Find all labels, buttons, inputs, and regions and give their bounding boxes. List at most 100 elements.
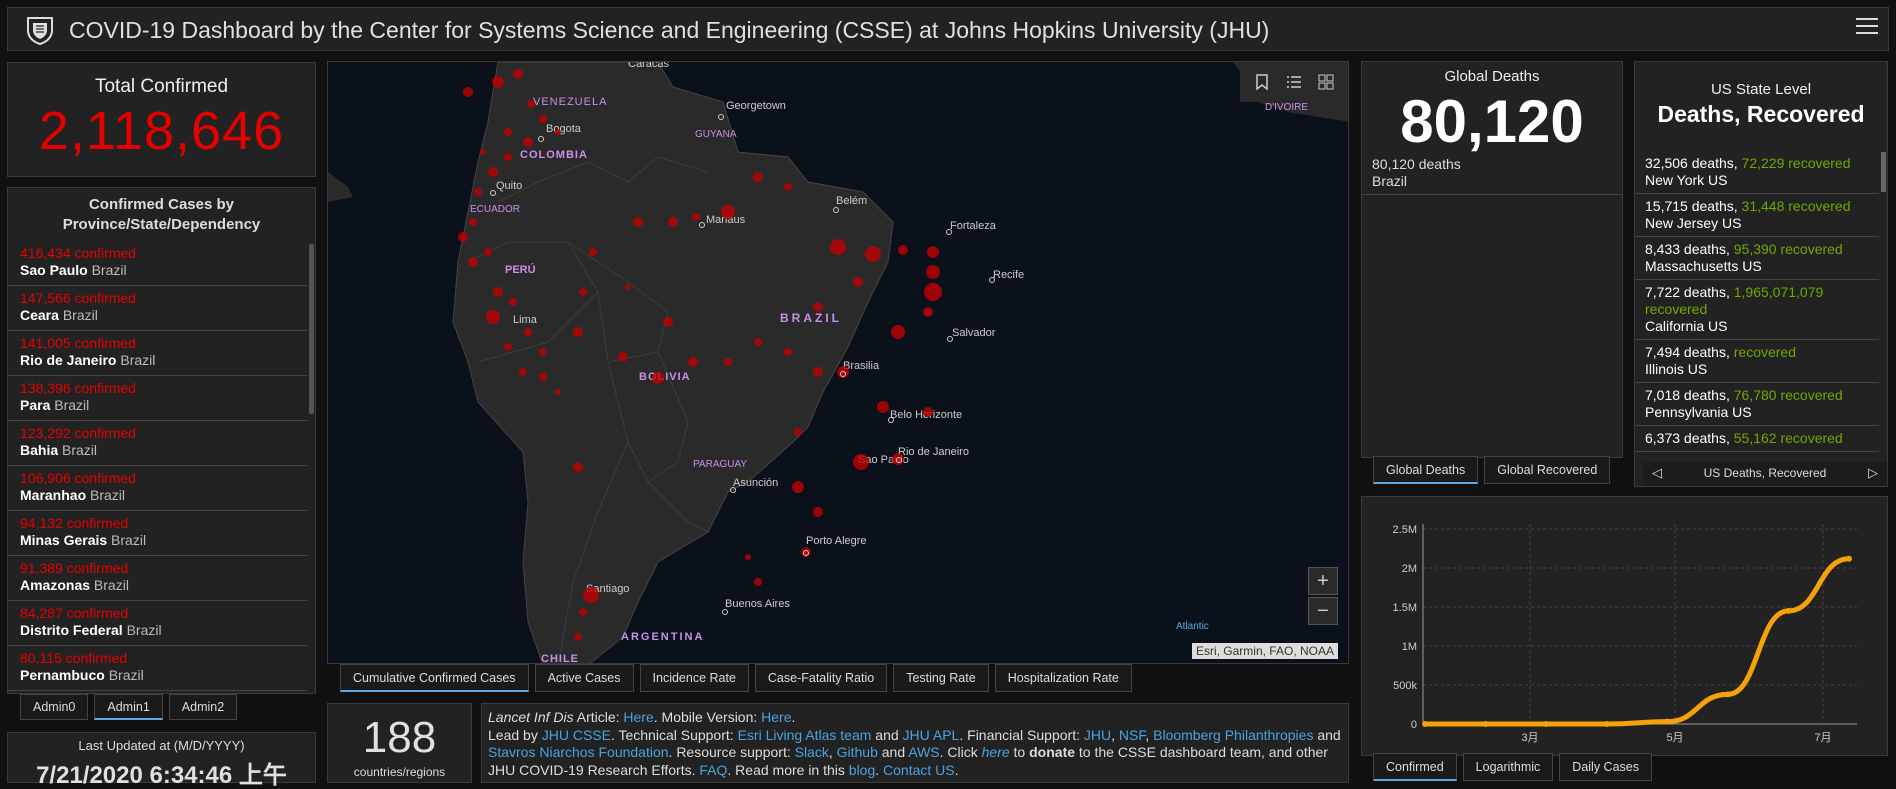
list-item[interactable]: 32,506 deaths, 72,229 recovered New York … [1635, 151, 1879, 194]
list-item[interactable]: 84,287 confirmed Distrito Federal Brazil [8, 601, 307, 646]
tab-incidence-rate[interactable]: Incidence Rate [639, 664, 749, 692]
total-confirmed-value: 2,118,646 [38, 101, 285, 161]
map-layer-tabs: Cumulative Confirmed Cases Active Cases … [340, 664, 1132, 692]
stavros-link[interactable]: Stavros Niarchos Foundation [488, 744, 669, 760]
tab-logarithmic[interactable]: Logarithmic [1462, 753, 1554, 781]
list-item[interactable]: 8,433 deaths, 95,390 recovered Massachuse… [1635, 237, 1879, 280]
tab-hospitalization-rate[interactable]: Hospitalization Rate [994, 664, 1132, 692]
tab-admin2[interactable]: Admin2 [168, 694, 238, 720]
list-item[interactable]: 80,115 confirmed Pernambuco Brazil [8, 646, 307, 691]
data-point [1482, 721, 1489, 727]
bloomberg-link[interactable]: Bloomberg Philanthropies [1153, 727, 1313, 743]
list-item[interactable]: 94,132 confirmed Minas Gerais Brazil [8, 511, 307, 556]
tab-confirmed[interactable]: Confirmed [1373, 753, 1457, 781]
data-point [1422, 721, 1428, 727]
confirmed-by-province-panel: Confirmed Cases by Province/State/Depend… [7, 187, 316, 694]
list-item[interactable]: 416,434 confirmed Sao Paulo Brazil [8, 241, 307, 286]
map-view[interactable]: VENEZUELA GUYANA COLOMBIA ECUADOR PERÚ B… [327, 61, 1349, 664]
list-item[interactable]: 106,906 confirmed Maranhao Brazil [8, 466, 307, 511]
jhu-link[interactable]: JHU [1084, 727, 1111, 743]
last-updated-label: Last Updated at (M/D/YYYY) [78, 738, 245, 753]
article-link[interactable]: Here [623, 709, 653, 725]
us-state-pager: ◁ US Deaths, Recovered ▷ [1643, 462, 1887, 486]
donate-here-link[interactable]: here [982, 744, 1010, 760]
province-list[interactable]: 416,434 confirmed Sao Paulo Brazil 147,5… [8, 241, 307, 693]
basemap-gallery-icon[interactable] [1318, 73, 1334, 91]
tab-admin1[interactable]: Admin1 [94, 694, 163, 720]
tab-testing-rate[interactable]: Testing Rate [893, 664, 989, 692]
map-toolbar [1240, 62, 1348, 102]
x-tick-label: 5月 [1666, 732, 1683, 744]
list-item[interactable]: 15,715 deaths, 31,448 recovered New Jerse… [1635, 194, 1879, 237]
slack-link[interactable]: Slack [795, 744, 829, 760]
jhu-csse-link[interactable]: JHU CSSE [542, 727, 611, 743]
label-chile: CHILE [541, 653, 579, 664]
city-asuncion: Asunción [733, 477, 778, 489]
page-title: COVID-19 Dashboard by the Center for Sys… [69, 17, 1270, 43]
list-item[interactable]: 138,396 confirmed Para Brazil [8, 376, 307, 421]
list-item[interactable]: 7,494 deaths, recovered Illinois US [1635, 340, 1879, 383]
last-updated-value: 7/21/2020 6:34:46 上午 [36, 762, 287, 789]
list-item[interactable]: 7,722 deaths, 1,965,071,079 recovered Cal… [1635, 280, 1879, 340]
global-deaths-panel: Global Deaths 80,120 80,120 deaths Brazi… [1361, 61, 1623, 458]
us-state-panel: US State Level Deaths, Recovered 32,506 … [1634, 61, 1888, 487]
data-point [1785, 607, 1792, 614]
city-fortaleza: Fortaleza [950, 220, 997, 232]
list-item[interactable]: 141,005 confirmed Rio de Janeiro Brazil [8, 331, 307, 376]
y-tick-label: 1.5M [1393, 602, 1417, 614]
us-state-scrollbar[interactable] [1881, 152, 1886, 192]
list-item[interactable]: 7,018 deaths, 76,780 recovered Pennsylvan… [1635, 383, 1879, 426]
legend-list-icon[interactable] [1286, 73, 1302, 91]
tab-global-deaths[interactable]: Global Deaths [1373, 456, 1479, 484]
total-confirmed-label: Total Confirmed [94, 76, 229, 97]
tab-global-recovered[interactable]: Global Recovered [1484, 456, 1611, 484]
prev-page-icon[interactable]: ◁ [1649, 462, 1665, 484]
global-deaths-list-item[interactable]: 80,120 deaths Brazil [1372, 156, 1461, 190]
zoom-in-button[interactable]: + [1308, 567, 1338, 595]
divider [1362, 194, 1622, 195]
nsf-link[interactable]: NSF [1119, 727, 1145, 743]
data-point [1664, 718, 1671, 725]
aws-link[interactable]: AWS [908, 744, 939, 760]
tab-cumulative-confirmed[interactable]: Cumulative Confirmed Cases [340, 664, 529, 692]
hamburger-menu-icon[interactable] [1856, 18, 1878, 38]
tab-case-fatality-ratio[interactable]: Case-Fatality Ratio [754, 664, 888, 692]
us-state-list[interactable]: 32,506 deaths, 72,229 recovered New York … [1635, 151, 1879, 459]
label-dvoire: D'IVOIRE [1265, 102, 1308, 113]
label-paraguay: PARAGUAY [693, 459, 747, 470]
map-attribution: Esri, Garmin, FAO, NOAA [1191, 643, 1338, 659]
info-panel: Lancet Inf Dis Article: Here. Mobile Ver… [481, 703, 1349, 783]
city-lima: Lima [513, 314, 538, 326]
mobile-version-link[interactable]: Here [761, 709, 791, 725]
blog-link[interactable]: blog [849, 762, 875, 778]
github-link[interactable]: Github [837, 744, 878, 760]
tab-admin0[interactable]: Admin0 [20, 694, 89, 720]
next-page-icon[interactable]: ▷ [1865, 462, 1881, 484]
list-item[interactable]: 91,389 confirmed Amazonas Brazil [8, 556, 307, 601]
label-peru: PERÚ [505, 263, 536, 276]
data-point [1543, 721, 1550, 727]
list-item[interactable]: 6,373 deaths, 55,162 recovered [1635, 426, 1879, 452]
esri-link[interactable]: Esri Living Atlas team [738, 727, 872, 743]
jhu-apl-link[interactable]: JHU APL [903, 727, 960, 743]
label-brazil: BRAZIL [780, 311, 842, 325]
deaths-tabs: Global Deaths Global Recovered [1373, 456, 1611, 484]
label-atlantic: Atlantic [1176, 621, 1209, 632]
global-deaths-value: 80,120 [1400, 88, 1584, 155]
list-item[interactable]: 147,566 confirmed Ceara Brazil [8, 286, 307, 331]
tab-daily-cases[interactable]: Daily Cases [1559, 753, 1652, 781]
global-deaths-heading: Global Deaths [1444, 68, 1540, 85]
tab-active-cases[interactable]: Active Cases [534, 664, 634, 692]
faq-link[interactable]: FAQ [699, 762, 727, 778]
city-salvador: Salvador [952, 327, 996, 339]
province-list-heading: Confirmed Cases by Province/State/Depend… [62, 196, 261, 233]
bookmark-icon[interactable] [1254, 73, 1270, 91]
list-item[interactable]: 123,292 confirmed Bahia Brazil [8, 421, 307, 466]
label-guyana: GUYANA [695, 129, 737, 140]
label-venezuela: VENEZUELA [533, 96, 607, 108]
us-state-subheading: Deaths, Recovered [1657, 101, 1865, 127]
label-colombia: COLOMBIA [520, 149, 588, 161]
contact-link[interactable]: Contact US [883, 762, 955, 778]
province-list-scrollbar[interactable] [309, 244, 314, 414]
zoom-out-button[interactable]: − [1308, 597, 1338, 625]
